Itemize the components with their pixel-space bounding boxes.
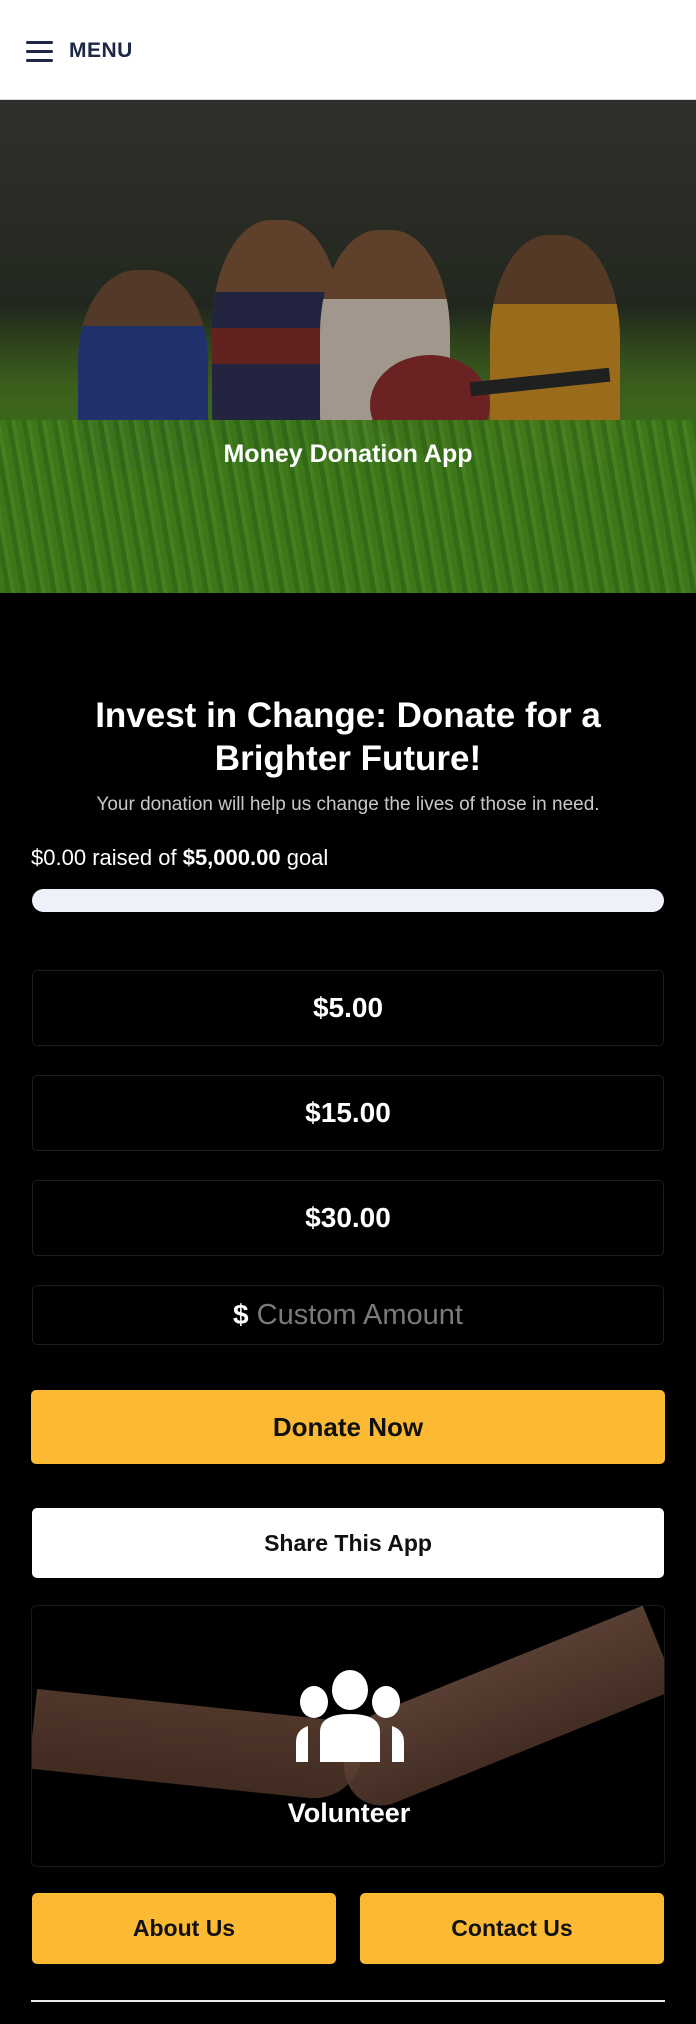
goal-text: goal: [286, 845, 329, 870]
top-header: MENU: [0, 0, 696, 100]
raised-summary: $0.00 raised of $5,000.00 goal: [31, 845, 328, 871]
amount-option-5[interactable]: $5.00: [32, 970, 664, 1046]
volunteer-card[interactable]: Volunteer: [31, 1605, 665, 1867]
campaign-headline: Invest in Change: Donate for a Brighter …: [95, 696, 601, 778]
users-group-icon: [296, 1670, 404, 1762]
footer-divider: [31, 2000, 665, 2002]
goal-amount: $5,000.00: [182, 845, 281, 870]
donate-now-button[interactable]: Donate Now: [31, 1390, 665, 1464]
campaign-description: Your donation will help us change the li…: [96, 794, 600, 815]
menu-button[interactable]: MENU: [26, 36, 133, 66]
custom-amount-input[interactable]: $ Custom Amount: [32, 1285, 664, 1345]
amount-option-15[interactable]: $15.00: [32, 1075, 664, 1151]
share-app-button[interactable]: Share This App: [32, 1508, 664, 1578]
hamburger-icon: [26, 40, 53, 62]
volunteer-label: Volunteer: [287, 1798, 411, 1828]
raised-amount: $0.00: [31, 845, 87, 870]
donation-progress-bar: [32, 889, 664, 912]
menu-label: MENU: [69, 39, 133, 62]
amount-option-30[interactable]: $30.00: [32, 1180, 664, 1256]
about-us-button[interactable]: About Us: [32, 1893, 336, 1964]
contact-us-button[interactable]: Contact Us: [360, 1893, 664, 1964]
hero-banner: Money Donation App: [0, 100, 696, 593]
currency-symbol: $: [233, 1299, 249, 1330]
app-title: Money Donation App: [223, 440, 473, 468]
raised-text: raised of: [92, 845, 177, 870]
custom-amount-placeholder: Custom Amount: [256, 1298, 463, 1331]
hero-overlay: [0, 100, 696, 593]
